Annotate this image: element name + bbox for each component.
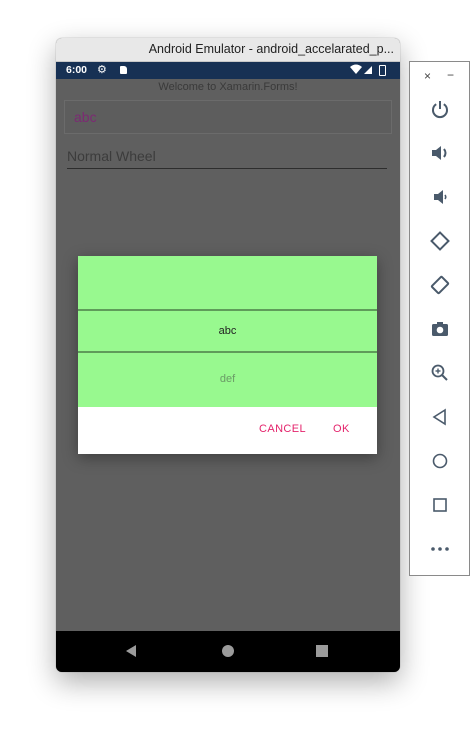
normal-wheel-field[interactable]: Normal Wheel <box>67 145 387 169</box>
ok-button[interactable]: OK <box>333 423 350 435</box>
zoom-icon <box>431 364 448 381</box>
signal-icon <box>364 66 372 74</box>
picker-item-blank[interactable] <box>78 256 377 310</box>
window-titlebar[interactable]: Android Emulator - android_accelarated_p… <box>56 38 400 62</box>
wheel-picker[interactable]: abc def <box>78 256 377 407</box>
cancel-button[interactable]: CANCEL <box>259 423 306 435</box>
gear-icon: ⚙ <box>97 64 107 76</box>
emulator-side-toolbar: × − <box>409 61 470 576</box>
picker-item[interactable]: def <box>78 352 377 407</box>
entry-value: abc <box>74 109 97 125</box>
text-entry[interactable]: abc <box>64 100 392 134</box>
volume-up-icon <box>431 146 446 160</box>
overview-button[interactable] <box>410 490 469 520</box>
sd-card-icon <box>120 66 127 74</box>
picker-divider-bottom <box>78 351 377 353</box>
volume-down-icon <box>433 190 447 204</box>
picker-dialog: abc def CANCEL OK <box>78 256 377 454</box>
picker-item-selected[interactable]: abc <box>78 310 377 352</box>
volume-down-button[interactable] <box>410 182 469 212</box>
power-icon <box>431 101 448 118</box>
recents-icon[interactable] <box>316 645 328 657</box>
home-icon[interactable] <box>222 645 234 657</box>
rotate-right-icon <box>430 275 449 295</box>
battery-icon <box>379 65 386 76</box>
welcome-label: Welcome to Xamarin.Forms! <box>158 81 298 93</box>
volume-up-button[interactable] <box>410 138 469 168</box>
overview-icon <box>432 498 447 512</box>
status-time: 6:00 <box>66 64 88 76</box>
dialog-actions: CANCEL OK <box>78 407 377 454</box>
home-icon <box>432 453 447 469</box>
rotate-left-button[interactable] <box>410 226 469 256</box>
android-nav-bar <box>56 631 400 672</box>
close-icon[interactable]: × <box>424 69 431 83</box>
rotate-right-button[interactable] <box>410 270 469 300</box>
power-button[interactable] <box>410 94 469 124</box>
rotate-left-icon <box>429 231 450 251</box>
screenshot-button[interactable] <box>410 314 469 344</box>
zoom-button[interactable] <box>410 358 469 388</box>
camera-icon <box>431 322 448 336</box>
wheel-field-label: Normal Wheel <box>67 148 156 164</box>
more-icon <box>430 547 449 551</box>
picker-divider-top <box>78 309 377 311</box>
back-icon[interactable] <box>126 645 136 657</box>
window-title: Android Emulator - android_accelarated_p… <box>148 42 394 56</box>
android-status-bar: 6:00 ⚙ <box>56 62 400 79</box>
minimize-icon[interactable]: − <box>447 68 454 82</box>
back-button[interactable] <box>410 402 469 432</box>
wifi-icon <box>350 64 362 77</box>
back-icon <box>432 408 446 426</box>
more-button[interactable] <box>410 534 469 564</box>
home-button[interactable] <box>410 446 469 476</box>
